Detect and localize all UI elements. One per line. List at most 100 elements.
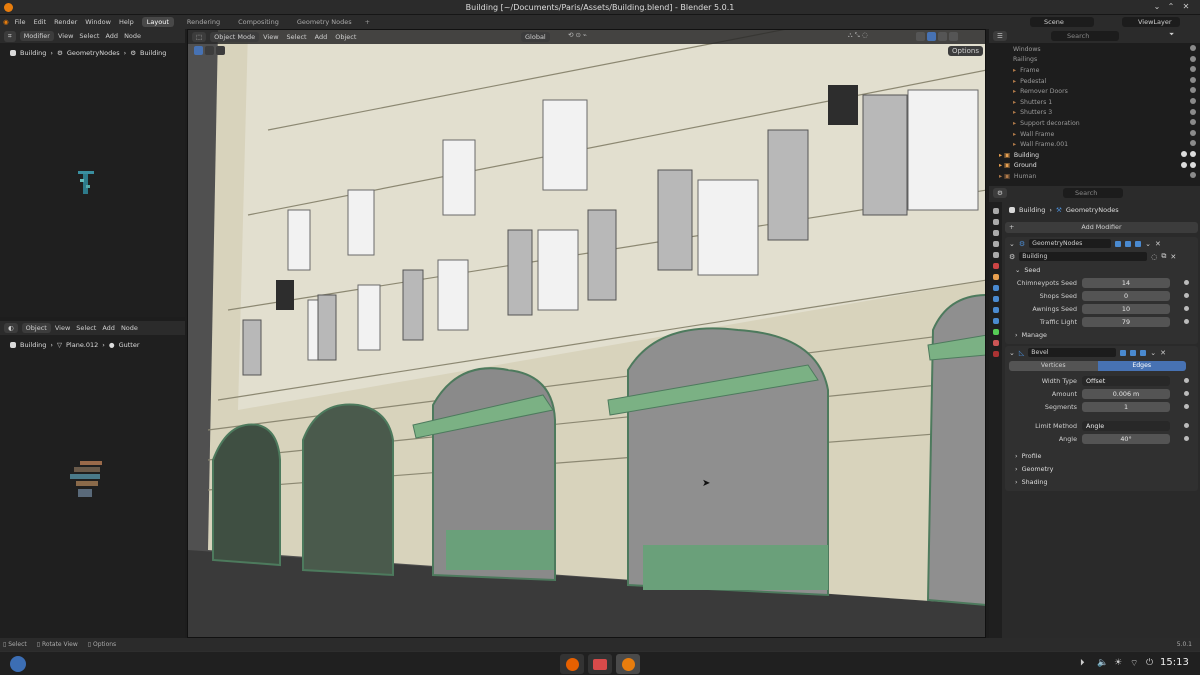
editor-type-button[interactable]: ◐: [4, 323, 18, 333]
output-tab-icon[interactable]: [992, 230, 999, 236]
profile-panel-header[interactable]: › Profile: [1005, 449, 1198, 462]
select-box-icon[interactable]: [205, 46, 214, 55]
orientation-select[interactable]: Global: [521, 32, 550, 42]
blender-menu-icon[interactable]: ◉: [3, 18, 9, 26]
segments-field[interactable]: 1: [1082, 401, 1170, 412]
keyframe-icon[interactable]: [1184, 378, 1189, 383]
outliner-item[interactable]: ▸ Wall Frame: [989, 129, 1200, 140]
menu-view[interactable]: View: [263, 33, 278, 41]
mode-select[interactable]: Object Mode: [210, 32, 260, 42]
eye-icon[interactable]: [1181, 150, 1187, 157]
menu-view[interactable]: View: [58, 32, 73, 40]
edit-mode-toggle-icon[interactable]: [1120, 349, 1127, 356]
hide-icon[interactable]: [1190, 119, 1196, 126]
angle-field[interactable]: 40°: [1082, 433, 1170, 444]
remove-modifier-icon[interactable]: ✕: [1155, 240, 1161, 248]
wifi-icon[interactable]: ⌔: [1130, 658, 1138, 669]
shops-seed-field[interactable]: 0: [1082, 290, 1170, 301]
camera-icon[interactable]: [1190, 150, 1196, 157]
outliner-item[interactable]: ▸ Frame: [989, 65, 1200, 76]
menu-help[interactable]: Help: [119, 18, 134, 26]
collapse-icon[interactable]: ⌄: [1009, 240, 1015, 248]
awnings-seed-field[interactable]: 10: [1082, 303, 1170, 314]
outliner-item[interactable]: ▸ Support decoration: [989, 118, 1200, 129]
tab-layout[interactable]: Layout: [141, 17, 174, 27]
menu-view[interactable]: View: [55, 324, 70, 332]
chimneypots-seed-field[interactable]: 14: [1082, 277, 1170, 288]
hide-icon[interactable]: [1190, 172, 1196, 179]
hide-icon[interactable]: [1190, 66, 1196, 73]
context-mode-select[interactable]: Modifier: [19, 31, 54, 41]
filter-icon[interactable]: ⏷: [1169, 30, 1174, 39]
width-type-select[interactable]: Offset: [1082, 375, 1170, 386]
object-tab-icon[interactable]: [992, 274, 999, 280]
node-group-field[interactable]: Building: [1019, 252, 1148, 261]
scene-tab-icon[interactable]: [992, 252, 999, 258]
brightness-icon[interactable]: ☀: [1114, 658, 1122, 668]
properties-search-input[interactable]: Search: [1063, 188, 1123, 198]
keyframe-icon[interactable]: [1184, 423, 1189, 428]
menu-node[interactable]: Node: [121, 324, 138, 332]
menu-select[interactable]: Select: [79, 32, 99, 40]
modifier-tab-icon[interactable]: [992, 285, 999, 291]
hide-icon[interactable]: [1190, 108, 1196, 115]
shading-modes[interactable]: [916, 32, 982, 42]
wireframe-shading-icon[interactable]: [916, 32, 925, 41]
amount-field[interactable]: 0.006 m: [1082, 388, 1170, 399]
data-tab-icon[interactable]: [992, 329, 999, 335]
node-thumbnail[interactable]: [74, 169, 98, 199]
edit-mode-toggle-icon[interactable]: [1115, 240, 1122, 247]
keyframe-icon[interactable]: [1184, 280, 1189, 285]
modifier-name-field[interactable]: Bevel: [1028, 348, 1117, 357]
dropdown-icon[interactable]: ⌄: [1150, 349, 1156, 357]
keyframe-icon[interactable]: [1184, 391, 1189, 396]
keyframe-icon[interactable]: [1184, 306, 1189, 311]
outliner-item[interactable]: ▸ Shutters 3: [989, 108, 1200, 119]
menu-select[interactable]: Select: [76, 324, 96, 332]
keyframe-icon[interactable]: [1184, 293, 1189, 298]
menu-add[interactable]: Add: [105, 32, 118, 40]
outliner-item[interactable]: Windows: [989, 44, 1200, 55]
menu-window[interactable]: Window: [85, 18, 111, 26]
outliner-item[interactable]: ▸ ▣ Human: [989, 171, 1200, 182]
hide-icon[interactable]: [1190, 140, 1196, 147]
node-thumbnail[interactable]: [66, 459, 106, 503]
view-layer-tab-icon[interactable]: [992, 241, 999, 247]
solid-shading-icon[interactable]: [927, 32, 936, 41]
viewport-toggle-icon[interactable]: [1130, 349, 1137, 356]
tab-rendering[interactable]: Rendering: [182, 17, 225, 27]
outliner-item[interactable]: ▸ Pedestal: [989, 76, 1200, 87]
seed-panel-header[interactable]: ⌄ Seed: [1005, 263, 1198, 276]
remove-modifier-icon[interactable]: ✕: [1160, 349, 1166, 357]
select-extend-icon[interactable]: [216, 46, 225, 55]
hide-icon[interactable]: [1190, 55, 1196, 62]
menu-add[interactable]: Add: [102, 324, 115, 332]
add-workspace-button[interactable]: +: [365, 18, 370, 26]
gizmo-icon[interactable]: ⛬ ⤡ ◌: [848, 31, 868, 40]
collapse-icon[interactable]: ⌄: [1009, 349, 1015, 357]
minimize-icon[interactable]: ⌄: [1152, 2, 1162, 12]
clock[interactable]: 15:13: [1160, 657, 1189, 668]
editor-type-button[interactable]: ⚙: [993, 188, 1007, 198]
menu-object[interactable]: Object: [335, 33, 356, 41]
hide-icon[interactable]: [1190, 45, 1196, 51]
render-toggle-icon[interactable]: [1140, 349, 1147, 356]
limit-method-select[interactable]: Angle: [1082, 420, 1170, 431]
select-tool-icon[interactable]: [194, 46, 203, 55]
vertices-tab[interactable]: Vertices: [1009, 361, 1098, 371]
maximize-icon[interactable]: ⌃: [1166, 2, 1176, 12]
menu-select[interactable]: Select: [287, 33, 307, 41]
blender-taskbar-icon[interactable]: [616, 654, 640, 674]
outliner-search-input[interactable]: Search: [1051, 31, 1119, 41]
node-tree-icon[interactable]: ⚙: [1009, 253, 1015, 261]
physics-tab-icon[interactable]: [992, 307, 999, 313]
editor-type-button[interactable]: ⬚: [192, 32, 207, 42]
volume-icon[interactable]: 🔈: [1097, 658, 1108, 668]
hide-icon[interactable]: [1190, 87, 1196, 94]
tab-compositing[interactable]: Compositing: [233, 17, 284, 27]
menu-file[interactable]: File: [15, 18, 26, 26]
pivot-icon[interactable]: ⟲ ⊙ ⌁: [568, 31, 587, 39]
shading-panel-header[interactable]: › Shading: [1005, 475, 1198, 488]
hide-icon[interactable]: [1190, 129, 1196, 136]
hide-icon[interactable]: [1190, 76, 1196, 83]
